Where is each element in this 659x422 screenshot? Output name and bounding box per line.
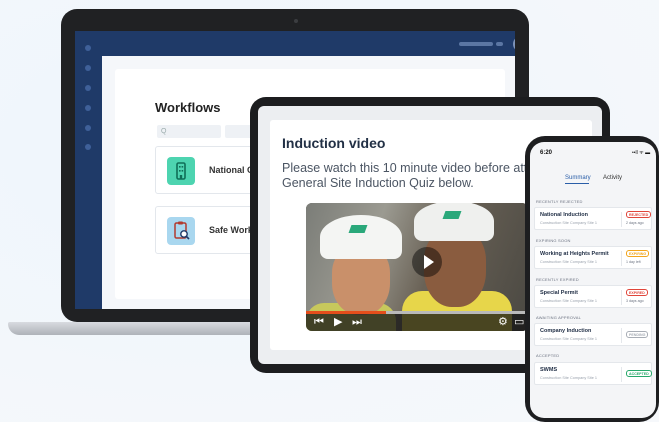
sidebar-nav-icon[interactable] — [85, 105, 91, 111]
list-item[interactable]: SWMS Construction Site Company Site 1 AC… — [534, 362, 652, 385]
play-overlay-button[interactable] — [412, 247, 442, 277]
item-subtitle: Construction Site Company Site 1 — [540, 376, 597, 380]
sidebar-nav-icon[interactable] — [85, 45, 91, 51]
play-icon[interactable]: ▶ — [334, 314, 342, 330]
sidebar-nav-icon[interactable] — [85, 85, 91, 91]
building-icon — [167, 157, 195, 185]
induction-title: Induction video — [282, 135, 386, 151]
video-player[interactable]: ⏮ ▶ ⏭ ⚙ ▭ — [306, 203, 528, 331]
active-tab-indicator — [565, 183, 589, 184]
section-heading: RECENTLY EXPIRED — [536, 277, 579, 282]
sidebar-nav-icon[interactable] — [85, 65, 91, 71]
status-badge: REJECTED — [626, 211, 652, 218]
helmet-logo-icon — [442, 211, 462, 219]
item-age: 1 day left — [626, 260, 641, 264]
skip-back-icon[interactable]: ⏮ — [314, 314, 324, 330]
avatar[interactable] — [513, 36, 515, 52]
gear-icon[interactable]: ⚙ — [498, 314, 508, 330]
item-age: 2 days ago — [626, 221, 644, 225]
skip-forward-icon[interactable]: ⏭ — [352, 314, 362, 330]
helmet-logo-icon — [348, 225, 368, 233]
workflow-item-label: National C — [209, 165, 254, 175]
divider — [621, 212, 622, 227]
item-subtitle: Construction Site Company Site 1 — [540, 221, 597, 225]
sidebar-nav-icon[interactable] — [85, 125, 91, 131]
status-badge: PENDING — [626, 331, 649, 338]
item-title: Special Permit — [540, 290, 578, 296]
status-time: 6:20 — [540, 150, 553, 156]
section-heading: AWAITING APPROVAL — [536, 315, 582, 320]
page-title: Workflows — [155, 100, 221, 115]
item-title: National Induction — [540, 212, 588, 218]
laptop-sidebar — [75, 31, 102, 309]
status-icons: ••ll ᯤ ▬ — [632, 150, 651, 156]
divider — [621, 251, 622, 266]
divider — [621, 367, 622, 382]
status-badge: EXPIRED — [626, 289, 648, 296]
item-title: Working at Heights Permit — [540, 251, 609, 257]
divider — [621, 290, 622, 305]
item-title: Company Induction — [540, 328, 592, 334]
list-item[interactable]: Special Permit Construction Site Company… — [534, 285, 652, 308]
laptop-camera — [294, 19, 298, 23]
topbar-placeholder — [496, 42, 503, 46]
fullscreen-icon[interactable]: ▭ — [514, 314, 524, 330]
section-heading: RECENTLY REJECTED — [536, 199, 583, 204]
sidebar-nav-icon[interactable] — [85, 144, 91, 150]
item-age: 3 days ago — [626, 299, 644, 303]
tab-summary[interactable]: Summary — [565, 175, 591, 181]
search-input[interactable]: Q — [157, 125, 221, 138]
laptop-topbar — [102, 31, 515, 56]
phone-screen: 6:20 ••ll ᯤ ▬ Summary Activity RECENTLY … — [530, 142, 656, 418]
video-frame — [414, 203, 494, 241]
play-icon — [424, 255, 434, 269]
section-heading: EXPIRING SOON — [536, 238, 571, 243]
topbar-placeholder — [459, 42, 493, 46]
list-item[interactable]: Company Induction Construction Site Comp… — [534, 323, 652, 346]
workflow-item-label: Safe Work — [209, 225, 253, 235]
section-heading: ACCEPTED — [536, 353, 560, 358]
divider — [621, 328, 622, 343]
clipboard-search-icon — [167, 217, 195, 245]
video-frame — [320, 215, 402, 259]
list-item[interactable]: Working at Heights Permit Construction S… — [534, 246, 652, 269]
item-subtitle: Construction Site Company Site 1 — [540, 299, 597, 303]
tab-activity[interactable]: Activity — [603, 175, 622, 181]
status-badge: EXPIRING — [626, 250, 650, 257]
list-item[interactable]: National Induction Construction Site Com… — [534, 207, 652, 230]
item-subtitle: Construction Site Company Site 1 — [540, 337, 597, 341]
item-title: SWMS — [540, 367, 558, 373]
item-subtitle: Construction Site Company Site 1 — [540, 260, 597, 264]
status-badge: ACCEPTED — [626, 370, 652, 377]
